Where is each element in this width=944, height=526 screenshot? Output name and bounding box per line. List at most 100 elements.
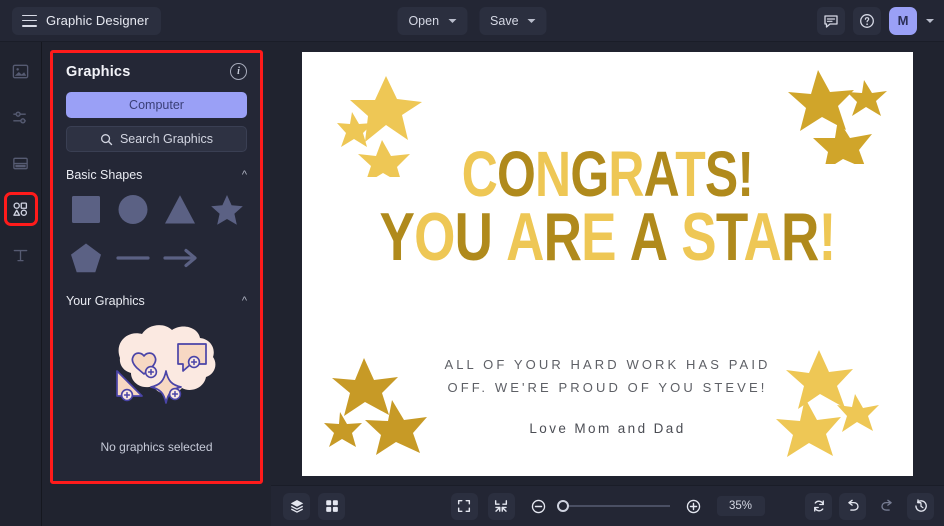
basic-shapes-grid: [66, 190, 247, 278]
shape-circle[interactable]: [113, 190, 154, 230]
layers-button[interactable]: [283, 493, 310, 520]
zoom-level-value[interactable]: 35%: [717, 496, 765, 516]
fit-to-screen-button[interactable]: [451, 493, 478, 520]
slider-handle-icon[interactable]: [557, 500, 569, 512]
avatar[interactable]: M: [889, 7, 917, 35]
sidebar-item-text[interactable]: [6, 240, 36, 270]
bottom-toolbar: 35%: [271, 485, 944, 526]
headline-letter: U: [455, 199, 493, 275]
help-button[interactable]: [853, 7, 881, 35]
chevron-up-icon[interactable]: ^: [242, 170, 247, 181]
top-bar: Graphic Designer Open Save: [0, 0, 944, 42]
open-menu-button[interactable]: Open: [397, 7, 467, 35]
save-menu-button[interactable]: Save: [479, 7, 547, 35]
line-icon: [115, 241, 151, 275]
open-button-label: Open: [408, 14, 439, 28]
collapse-arrows-icon: [493, 498, 509, 514]
chevron-down-icon[interactable]: [926, 19, 934, 23]
headline-letter: A: [630, 199, 668, 275]
sidebar-item-images[interactable]: [6, 56, 36, 86]
grid-view-button[interactable]: [318, 493, 345, 520]
star-icon: [209, 193, 245, 227]
comment-button[interactable]: [817, 7, 845, 35]
graphics-panel: Graphics i Computer Search Graphics Basi…: [50, 50, 263, 484]
shape-pentagon[interactable]: [66, 238, 107, 278]
chevron-down-icon: [448, 19, 456, 23]
square-icon: [68, 193, 104, 227]
shapes-icon: [11, 200, 30, 219]
computer-source-button[interactable]: Computer: [66, 92, 247, 118]
your-graphics-empty-state: No graphics selected: [66, 318, 247, 454]
comment-icon: [823, 13, 839, 29]
graphics-panel-header: Graphics i: [66, 63, 247, 80]
sidebar-item-adjustments[interactable]: [6, 102, 36, 132]
chevron-up-icon[interactable]: ^: [242, 296, 247, 307]
headline-letter: [492, 199, 506, 275]
search-graphics-button[interactable]: Search Graphics: [66, 126, 247, 152]
layers-icon: [289, 498, 305, 514]
zoom-controls: 35%: [451, 493, 765, 520]
shape-arrow[interactable]: [160, 238, 201, 278]
refresh-button[interactable]: [805, 493, 832, 520]
your-graphics-title: Your Graphics: [66, 294, 145, 308]
minus-circle-icon: [530, 498, 547, 515]
basic-shapes-title: Basic Shapes: [66, 168, 142, 182]
shape-square[interactable]: [66, 190, 107, 230]
panel-title: Graphics: [66, 64, 130, 80]
bottom-left-tools: [283, 493, 345, 520]
sidebar-item-layouts[interactable]: [6, 148, 36, 178]
your-graphics-section-header[interactable]: Your Graphics ^: [66, 294, 247, 308]
app-menu-button[interactable]: Graphic Designer: [12, 7, 161, 35]
zoom-slider[interactable]: [562, 505, 670, 507]
headline-letter: Y: [380, 199, 415, 275]
zoom-out-button[interactable]: [525, 493, 552, 520]
info-icon[interactable]: i: [230, 63, 247, 80]
headline-letter: E: [581, 199, 616, 275]
shape-star[interactable]: [206, 190, 247, 230]
headline-letter: R: [781, 199, 819, 275]
top-right-actions: M: [817, 7, 934, 35]
text-icon: [11, 246, 30, 265]
headline-letter: [667, 199, 681, 275]
signature-text[interactable]: Love Mom and Dad: [302, 421, 913, 436]
shrink-view-button[interactable]: [488, 493, 515, 520]
zoom-in-button[interactable]: [680, 493, 707, 520]
canvas-area[interactable]: CONGRATS! YOU ARE A STAR! ALL OF YOUR HA…: [271, 42, 944, 485]
history-icon: [913, 498, 929, 514]
graphics-placeholder-illustration: [84, 318, 230, 430]
sliders-icon: [11, 108, 30, 127]
headline-letter: S: [681, 199, 716, 275]
hamburger-icon[interactable]: [22, 15, 37, 27]
bottom-right-tools: [805, 493, 934, 520]
plus-circle-icon: [685, 498, 702, 515]
page-title: Graphic Designer: [46, 13, 149, 28]
headline-letter: O: [414, 199, 454, 275]
shape-line[interactable]: [113, 238, 154, 278]
grid-icon: [324, 498, 340, 514]
pentagon-icon: [68, 241, 104, 275]
shape-triangle[interactable]: [160, 190, 201, 230]
headline-letter: T: [716, 199, 744, 275]
headline-text[interactable]: CONGRATS! YOU ARE A STAR!: [369, 144, 846, 269]
image-icon: [11, 62, 30, 81]
undo-button[interactable]: [839, 493, 866, 520]
headline-letter: A: [744, 199, 782, 275]
headline-letter: !: [819, 199, 836, 275]
refresh-icon: [811, 498, 827, 514]
top-center-actions: Open Save: [397, 7, 546, 35]
fit-screen-icon: [456, 498, 472, 514]
headline-letter: A: [506, 199, 544, 275]
basic-shapes-section-header[interactable]: Basic Shapes ^: [66, 168, 247, 182]
body-line-2: OFF. WE'RE PROUD OF YOU STEVE!: [302, 377, 913, 400]
design-card[interactable]: CONGRATS! YOU ARE A STAR! ALL OF YOUR HA…: [302, 52, 913, 476]
search-graphics-label: Search Graphics: [120, 132, 213, 146]
body-line-1: ALL OF YOUR HARD WORK HAS PAID: [302, 354, 913, 377]
triangle-icon: [162, 193, 198, 227]
body-text[interactable]: ALL OF YOUR HARD WORK HAS PAID OFF. WE'R…: [302, 354, 913, 400]
sidebar-item-graphics[interactable]: [6, 194, 36, 224]
redo-button[interactable]: [873, 493, 900, 520]
tool-rail: [0, 42, 42, 526]
headline-line-2: YOU ARE A STAR!: [369, 205, 846, 270]
graphics-panel-body: Graphics i Computer Search Graphics Basi…: [53, 53, 260, 454]
history-button[interactable]: [907, 493, 934, 520]
